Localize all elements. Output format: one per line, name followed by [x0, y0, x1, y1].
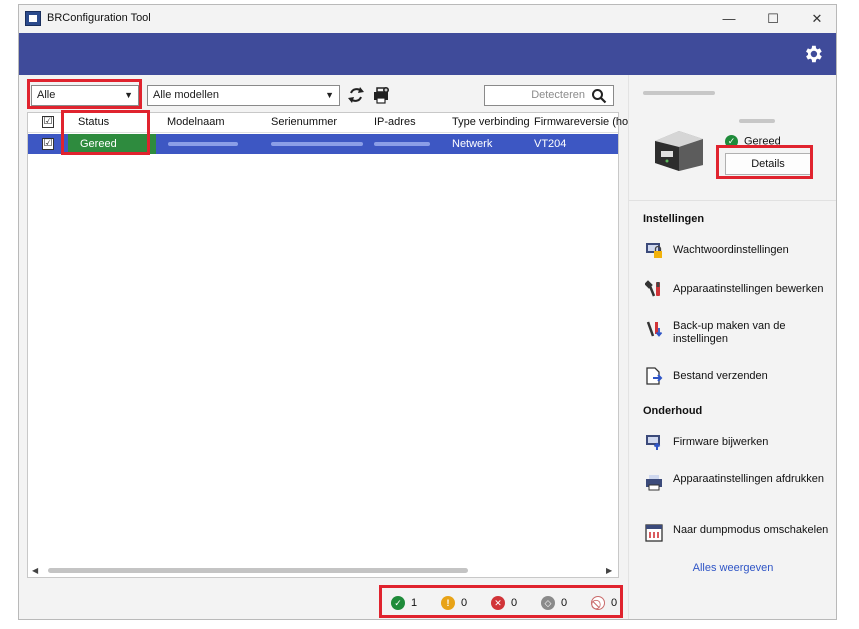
row-checkbox[interactable]: ☑	[42, 138, 54, 150]
settings-heading: Instellingen	[643, 213, 705, 225]
minimize-button[interactable]: —	[712, 9, 746, 29]
settings-gear-icon[interactable]	[802, 43, 824, 65]
model-select[interactable]: Alle modellen ▼	[147, 85, 340, 106]
header-band	[19, 33, 836, 75]
counter-ok: ✓ 1	[391, 596, 418, 611]
offline-icon: ◇	[541, 596, 555, 611]
column-header-ip[interactable]: IP-adres	[374, 116, 416, 128]
search-icon[interactable]	[591, 88, 607, 104]
chevron-down-icon: ▼	[325, 90, 334, 100]
dump-mode-icon	[645, 524, 663, 542]
password-settings-icon	[646, 243, 662, 258]
column-header-status[interactable]: Status	[78, 116, 109, 128]
action-label: Bestand verzenden	[673, 370, 768, 382]
maintenance-heading: Onderhoud	[643, 405, 703, 417]
filter-select-value: Alle	[37, 89, 56, 101]
counter-disabled-value: 0	[611, 597, 618, 609]
app-logo-icon	[25, 11, 41, 26]
search-input[interactable]: Detecteren	[484, 85, 614, 106]
app-window: BRConfiguration Tool — ☐ ✕ Alle ▼ Alle m…	[18, 4, 837, 620]
scroll-left-icon[interactable]: ◀	[32, 564, 38, 577]
select-all-checkbox[interactable]: ☑	[42, 116, 54, 128]
table-row[interactable]: ☑ Gereed Netwerk VT204	[28, 134, 618, 154]
search-placeholder: Detecteren	[531, 89, 585, 101]
backup-icon	[646, 321, 663, 337]
disabled-icon: ⃠	[591, 596, 605, 611]
action-label: Naar dumpmodus omschakelen	[673, 524, 829, 536]
ok-icon: ✓	[391, 596, 405, 611]
counter-offline-value: 0	[561, 597, 568, 609]
scrollbar-thumb[interactable]	[48, 568, 468, 573]
device-name	[643, 91, 715, 95]
horizontal-scrollbar[interactable]: ◀ ▶	[28, 564, 618, 577]
counter-ok-value: 1	[411, 597, 418, 609]
model-name-cell	[168, 142, 238, 146]
device-settings-icon	[645, 280, 660, 297]
counter-error-value: 0	[511, 597, 518, 609]
refresh-icon[interactable]	[345, 85, 367, 105]
counter-error: ✕ 0	[491, 596, 518, 611]
connection-cell: Netwerk	[452, 138, 493, 150]
print-settings-icon	[646, 475, 662, 491]
status-counters: ✓1 !0 ✕0 ◇0 ⃠0	[379, 588, 619, 618]
filter-select[interactable]: Alle ▼	[31, 85, 139, 106]
maximize-button[interactable]: ☐	[756, 9, 790, 29]
counter-disabled: ⃠0	[591, 596, 618, 611]
firmware-cell: VT204	[534, 138, 567, 150]
firmware-update-icon	[646, 435, 661, 450]
column-header-connection[interactable]: Type verbinding	[452, 116, 530, 128]
printer-icon	[655, 131, 703, 171]
device-status: ✓ Gereed	[725, 135, 781, 148]
error-icon: ✕	[491, 596, 505, 611]
status-cell: Gereed	[68, 134, 156, 154]
scroll-right-icon[interactable]: ▶	[606, 564, 612, 577]
printer-table: ☑ Status Modelnaam Serienummer IP-adres …	[27, 112, 634, 578]
warning-icon: !	[441, 596, 455, 611]
action-label: Back-up maken van de instellingen	[673, 320, 786, 345]
counter-warning-value: 0	[461, 597, 468, 609]
column-header-serial[interactable]: Serienummer	[271, 116, 337, 128]
serial-number-cell	[271, 142, 363, 146]
action-label: Wachtwoordinstellingen	[673, 244, 789, 256]
action-label: Apparaatinstellingen bewerken	[673, 283, 824, 295]
close-button[interactable]: ✕	[800, 9, 834, 29]
device-status-text: Gereed	[744, 135, 781, 148]
chevron-down-icon: ▼	[124, 90, 133, 100]
action-label: Firmware bijwerken	[673, 436, 769, 448]
add-printer-icon[interactable]	[370, 85, 392, 105]
ip-address-cell	[374, 142, 430, 146]
ready-icon: ✓	[725, 135, 738, 148]
show-all-link[interactable]: Alles weergeven	[629, 562, 836, 574]
counter-offline: ◇ 0	[541, 596, 568, 611]
column-header-model[interactable]: Modelnaam	[167, 116, 224, 128]
device-ip	[739, 119, 775, 123]
send-file-icon	[646, 367, 663, 385]
table-header: ☑ Status Modelnaam Serienummer IP-adres …	[28, 113, 634, 133]
model-select-value: Alle modellen	[153, 89, 220, 101]
window-title: BRConfiguration Tool	[47, 12, 151, 24]
title-bar: BRConfiguration Tool — ☐ ✕	[19, 5, 836, 33]
column-header-firmware[interactable]: Firmwareversie (hoo	[534, 116, 634, 128]
action-label: Apparaatinstellingen afdrukken	[673, 473, 825, 485]
device-panel: ✓ Gereed Details Instellingen Wachtwoordi…	[628, 75, 836, 619]
panel-divider	[629, 200, 836, 201]
counter-warning: ! 0	[441, 596, 468, 611]
details-button[interactable]: Details	[725, 153, 811, 175]
